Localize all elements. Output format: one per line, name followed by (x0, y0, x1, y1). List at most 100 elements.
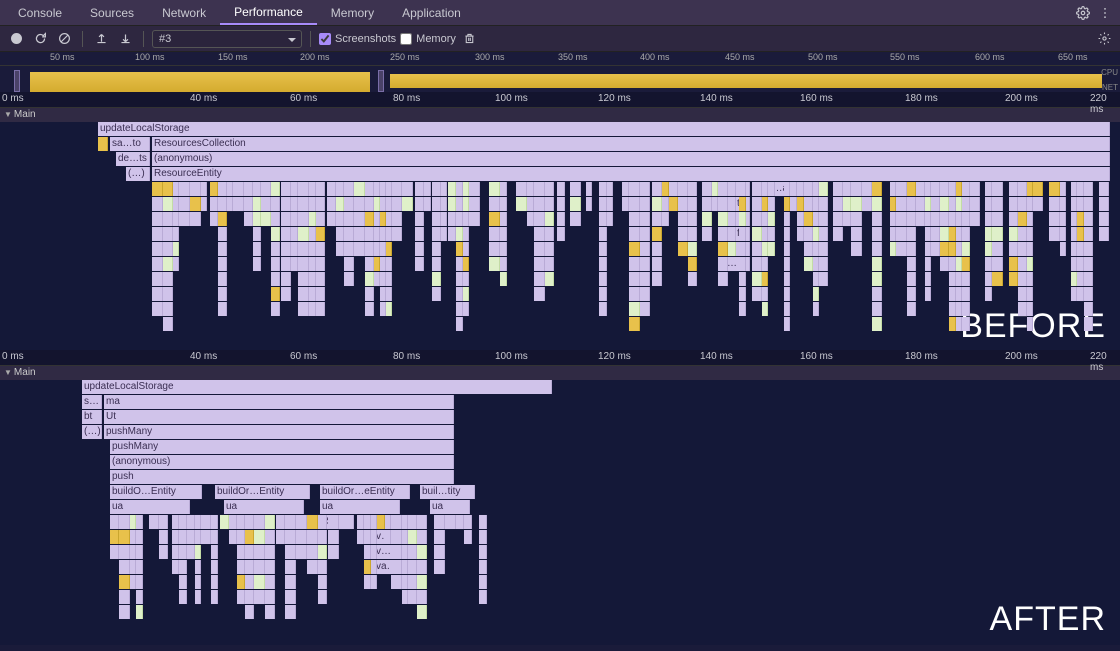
flame-sliver[interactable] (1009, 227, 1018, 241)
flame-sliver[interactable] (1084, 257, 1093, 271)
flame-sliver[interactable] (1084, 302, 1093, 316)
flame-sliver[interactable] (391, 515, 402, 529)
flame-sliver[interactable] (896, 182, 907, 196)
flame-sliver[interactable] (843, 212, 851, 226)
flame-sliver[interactable] (790, 182, 797, 196)
flame-sliver[interactable] (1027, 212, 1033, 226)
flame-sliver[interactable] (179, 515, 187, 529)
flame-sliver[interactable] (833, 197, 843, 211)
flame-sliver[interactable] (500, 242, 507, 256)
flame-sliver[interactable] (245, 575, 254, 589)
flame-sliver[interactable] (1060, 212, 1066, 226)
flame-sliver[interactable] (179, 182, 190, 196)
flame-sliver[interactable] (500, 197, 507, 211)
flame-sliver[interactable] (940, 227, 949, 241)
flame-sliver[interactable] (622, 197, 629, 211)
flame-sliver[interactable] (364, 560, 371, 574)
flame-sliver[interactable] (1018, 212, 1027, 226)
flame-sliver[interactable] (1099, 227, 1109, 241)
flame-sliver[interactable] (152, 227, 163, 241)
flame-sliver[interactable] (1033, 182, 1043, 196)
flame-sliver[interactable] (163, 317, 173, 331)
reload-icon[interactable] (30, 29, 50, 49)
flame-sliver[interactable] (629, 182, 640, 196)
flame-sliver[interactable] (768, 242, 775, 256)
flame-sliver[interactable] (557, 197, 565, 211)
flame-sliver[interactable] (371, 530, 377, 544)
flame-sliver[interactable] (159, 530, 168, 544)
flame-sliver[interactable] (678, 242, 688, 256)
flame-sliver[interactable] (408, 530, 417, 544)
flame-sliver[interactable] (336, 227, 344, 241)
flame-sliver[interactable] (408, 590, 417, 604)
flame-sliver[interactable] (179, 590, 187, 604)
flame-sliver[interactable] (344, 242, 354, 256)
flame-sliver[interactable] (296, 515, 307, 529)
flame-sliver[interactable] (962, 257, 970, 271)
flame-block[interactable]: ua (320, 500, 400, 514)
flame-sliver[interactable] (804, 197, 813, 211)
flame-sliver[interactable] (307, 515, 318, 529)
tab-network[interactable]: Network (148, 0, 220, 25)
flame-sliver[interactable] (432, 272, 441, 286)
flame-sliver[interactable] (253, 212, 261, 226)
flame-sliver[interactable] (253, 257, 261, 271)
screenshots-checkbox[interactable]: Screenshots (319, 33, 396, 45)
flame-sliver[interactable] (819, 197, 828, 211)
flame-sliver[interactable] (417, 590, 427, 604)
flame-sliver[interactable] (365, 227, 374, 241)
flame-sliver[interactable] (211, 560, 218, 574)
flame-block[interactable]: buildOr…eEntity (320, 485, 410, 499)
flame-sliver[interactable] (500, 227, 507, 241)
flame-sliver[interactable] (819, 212, 828, 226)
flame-sliver[interactable] (159, 515, 168, 529)
flame-sliver[interactable] (152, 242, 163, 256)
flame-sliver[interactable] (992, 182, 1003, 196)
flame-sliver[interactable] (318, 545, 327, 559)
flame-sliver[interactable] (678, 197, 688, 211)
flame-sliver[interactable] (265, 575, 275, 589)
flame-sliver[interactable] (254, 530, 265, 544)
flame-sliver[interactable] (261, 212, 271, 226)
flame-sliver[interactable] (545, 257, 554, 271)
flame-sliver[interactable] (797, 197, 804, 211)
flame-sliver[interactable] (163, 227, 173, 241)
flame-sliver[interactable] (254, 560, 265, 574)
flame-sliver[interactable] (1027, 257, 1033, 271)
flame-sliver[interactable] (872, 197, 882, 211)
flame-sliver[interactable] (285, 590, 296, 604)
flame-sliver[interactable] (872, 287, 882, 301)
flame-sliver[interactable] (489, 227, 500, 241)
flame-sliver[interactable] (309, 287, 316, 301)
flame-sliver[interactable] (728, 182, 736, 196)
flame-block[interactable]: updateLocalStorage (98, 122, 1110, 136)
flame-sliver[interactable] (962, 197, 970, 211)
flame-sliver[interactable] (1060, 242, 1066, 256)
flame-sliver[interactable] (962, 182, 970, 196)
flame-sliver[interactable] (415, 242, 424, 256)
flame-sliver[interactable] (245, 515, 254, 529)
flame-sliver[interactable] (688, 197, 697, 211)
flame-sliver[interactable] (931, 197, 940, 211)
gear-icon[interactable] (1072, 2, 1094, 24)
flame-sliver[interactable] (1084, 272, 1093, 286)
flame-sliver[interactable] (237, 545, 245, 559)
flame-sliver[interactable] (432, 227, 441, 241)
flame-sliver[interactable] (652, 182, 662, 196)
flame-sliver[interactable] (456, 302, 463, 316)
flame-sliver[interactable] (784, 302, 790, 316)
flame-sliver[interactable] (463, 272, 469, 286)
flame-sliver[interactable] (718, 227, 728, 241)
flame-sliver[interactable] (119, 605, 130, 619)
flame-sliver[interactable] (253, 197, 261, 211)
flame-sliver[interactable] (291, 182, 298, 196)
flame-sliver[interactable] (201, 530, 211, 544)
flame-sliver[interactable] (752, 182, 762, 196)
flame-sliver[interactable] (365, 257, 374, 271)
flame-block[interactable]: updateLocalStorage (82, 380, 552, 394)
flame-sliver[interactable] (336, 242, 344, 256)
flame-sliver[interactable] (195, 575, 201, 589)
flame-sliver[interactable] (119, 590, 130, 604)
flame-sliver[interactable] (819, 182, 828, 196)
flame-sliver[interactable] (245, 590, 254, 604)
